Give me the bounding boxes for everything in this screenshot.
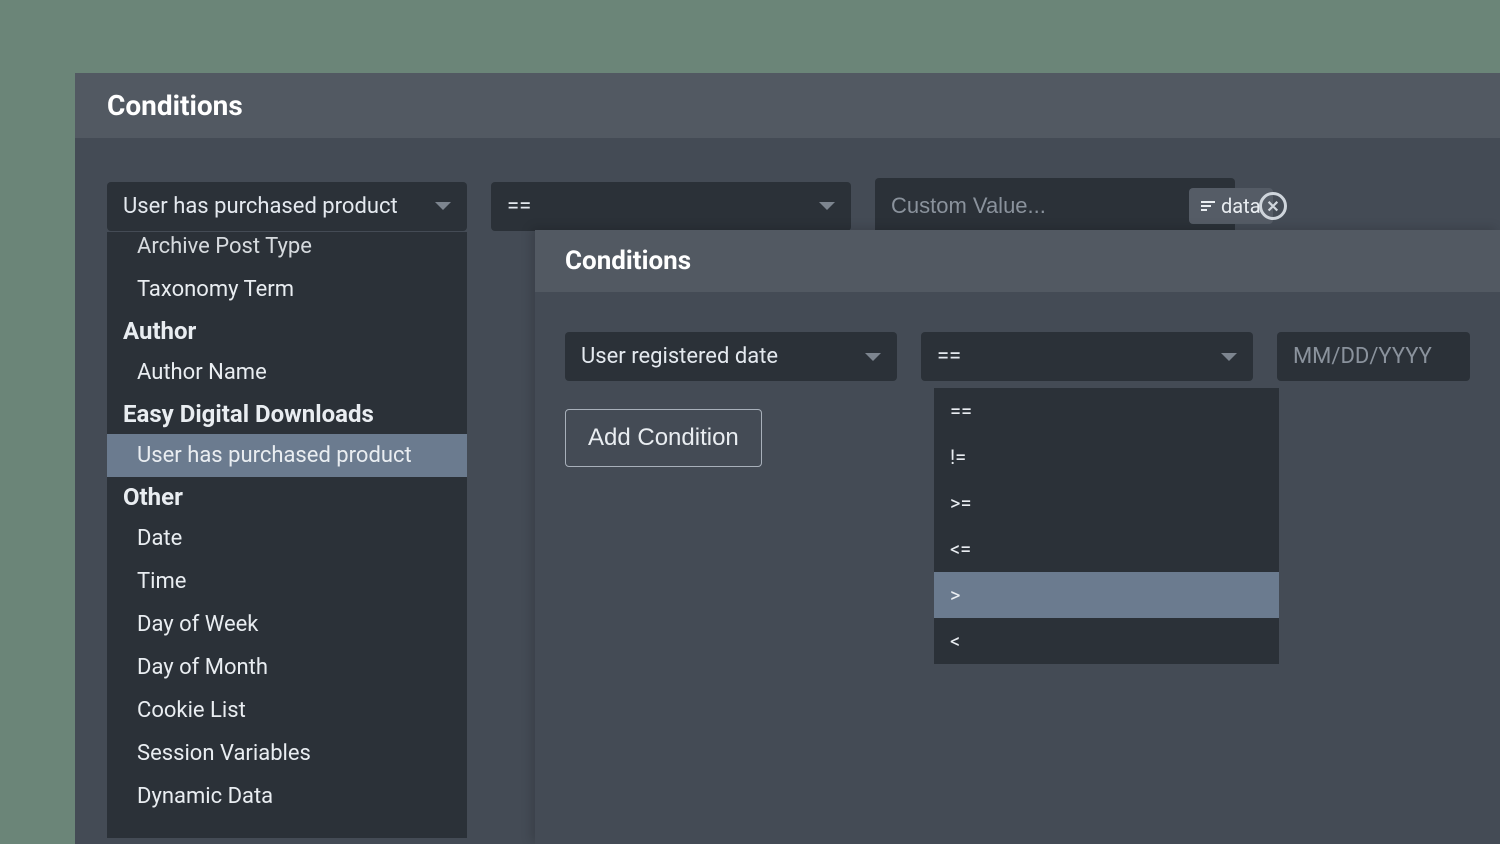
panel-header: Conditions — [75, 73, 1500, 138]
custom-value-input[interactable] — [891, 193, 1179, 219]
conditions-panel-front: Conditions User registered date == MM/DD… — [535, 230, 1500, 844]
dropdown-item[interactable]: Dynamic Data — [107, 775, 467, 818]
close-icon: ✕ — [1266, 197, 1279, 216]
dropdown-item[interactable]: Archive Post Type — [107, 232, 467, 268]
field-select-value: User registered date — [581, 344, 778, 369]
operator-dropdown: == != >= <= > < — [934, 388, 1279, 664]
data-icon — [1201, 201, 1215, 211]
add-condition-button[interactable]: Add Condition — [565, 409, 762, 467]
dropdown-item[interactable]: Day of Week — [107, 603, 467, 646]
field-select-value: User has purchased product — [123, 194, 398, 219]
operator-select-value: == — [937, 344, 961, 369]
dropdown-item[interactable]: Day of Month — [107, 646, 467, 689]
dropdown-group-header: Author — [107, 311, 467, 351]
operator-option[interactable]: != — [934, 434, 1279, 480]
dropdown-item[interactable]: Date — [107, 517, 467, 560]
dropdown-item[interactable]: Time — [107, 560, 467, 603]
dropdown-item[interactable]: User has purchased product — [107, 434, 467, 477]
operator-select[interactable]: == — [491, 182, 851, 231]
panel-title: Conditions — [565, 246, 1470, 276]
remove-condition-button[interactable]: ✕ — [1259, 192, 1287, 220]
panel-body: User registered date == MM/DD/YYYY Add C… — [535, 292, 1500, 507]
date-placeholder: MM/DD/YYYY — [1293, 344, 1432, 369]
date-input[interactable]: MM/DD/YYYY — [1277, 332, 1470, 381]
data-button-label: data — [1221, 194, 1261, 218]
add-condition-label: Add Condition — [588, 424, 739, 451]
field-dropdown: Archive Post Type Taxonomy Term Author A… — [107, 232, 467, 838]
field-select[interactable]: User has purchased product — [107, 182, 467, 231]
condition-row: User registered date == MM/DD/YYYY — [565, 332, 1470, 381]
field-select[interactable]: User registered date — [565, 332, 897, 381]
dropdown-item[interactable]: Taxonomy Term — [107, 268, 467, 311]
operator-select[interactable]: == — [921, 332, 1253, 381]
operator-option[interactable]: < — [934, 618, 1279, 664]
dropdown-item[interactable]: Author Name — [107, 351, 467, 394]
dropdown-group-header: Other — [107, 477, 467, 517]
operator-option[interactable]: <= — [934, 526, 1279, 572]
panel-title: Conditions — [107, 89, 1468, 122]
operator-option[interactable]: == — [934, 388, 1279, 434]
dropdown-item[interactable]: Session Variables — [107, 732, 467, 775]
chevron-down-icon — [435, 202, 451, 210]
operator-option[interactable]: > — [934, 572, 1279, 618]
chevron-down-icon — [819, 202, 835, 210]
dropdown-item[interactable]: Cookie List — [107, 689, 467, 732]
panel-header: Conditions — [535, 230, 1500, 292]
operator-option[interactable]: >= — [934, 480, 1279, 526]
dropdown-group-header: Easy Digital Downloads — [107, 394, 467, 434]
value-input-wrap: data — [875, 178, 1235, 234]
operator-select-value: == — [507, 194, 531, 219]
chevron-down-icon — [1221, 353, 1237, 361]
condition-row: User has purchased product == data ✕ — [107, 178, 1468, 234]
chevron-down-icon — [865, 353, 881, 361]
